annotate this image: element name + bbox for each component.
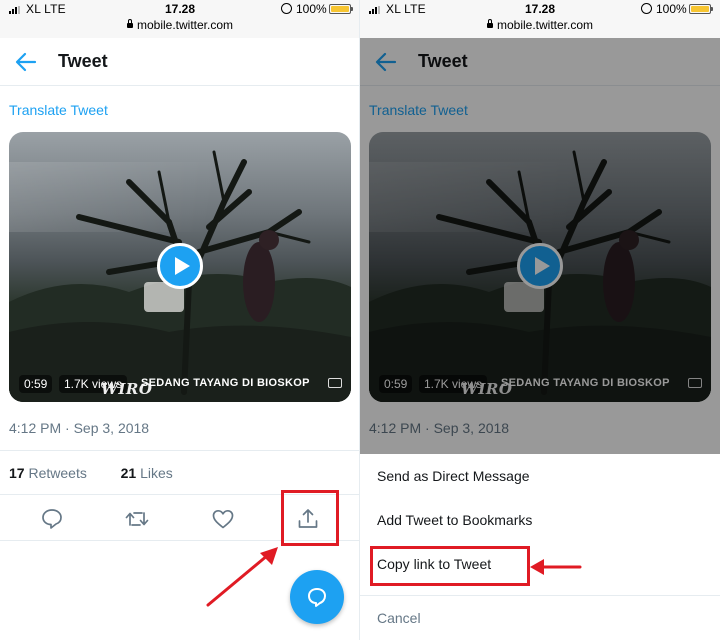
- tweet-screen-left: XL LTE 17.28 mobile.twitter.com 100% Twe…: [0, 0, 360, 640]
- address-bar[interactable]: mobile.twitter.com: [360, 18, 720, 32]
- add-bookmark-option[interactable]: Add Tweet to Bookmarks: [377, 512, 532, 528]
- tweet-stats: 17 Retweets 21 Likes: [9, 465, 173, 481]
- video-info-bar: 0:59 1.7K views WIRO SEDANG TAYANG DI BI…: [9, 366, 351, 402]
- retweets-count[interactable]: 17: [9, 465, 25, 481]
- annotation-arrow-icon: [530, 559, 582, 575]
- translate-tweet-link[interactable]: Translate Tweet: [9, 102, 108, 118]
- battery-icon: [329, 4, 353, 14]
- lock-icon: [126, 19, 133, 28]
- url-text: mobile.twitter.com: [136, 18, 234, 32]
- dim-overlay[interactable]: [360, 38, 720, 454]
- divider: [0, 450, 359, 451]
- play-icon[interactable]: [157, 243, 203, 289]
- reply-icon[interactable]: [39, 506, 65, 532]
- video-player[interactable]: 0:59 1.7K views WIRO SEDANG TAYANG DI BI…: [9, 132, 351, 402]
- share-highlight-box: [281, 490, 339, 546]
- back-arrow-icon[interactable]: [15, 52, 37, 72]
- send-direct-message-option[interactable]: Send as Direct Message: [377, 468, 530, 484]
- retweets-label[interactable]: Retweets: [28, 465, 86, 481]
- divider: [360, 595, 720, 596]
- video-duration: 0:59: [19, 375, 53, 393]
- annotation-arrow-icon: [206, 547, 278, 607]
- video-caption: SEDANG TAYANG DI BIOSKOP: [141, 377, 310, 389]
- url-text: mobile.twitter.com: [496, 18, 594, 32]
- rotation-lock-icon: [641, 3, 652, 14]
- broadcaster-logo-icon: [328, 378, 342, 388]
- tweet-screen-right: XL LTE 17.28 mobile.twitter.com 100% Twe…: [360, 0, 720, 640]
- top-header: Tweet: [0, 38, 359, 86]
- rotation-lock-icon: [281, 3, 292, 14]
- battery-percent: 100%: [656, 2, 687, 16]
- retweet-icon[interactable]: [124, 506, 150, 532]
- status-bar: XL LTE 17.28 mobile.twitter.com 100%: [0, 0, 359, 38]
- compose-icon: [308, 588, 326, 607]
- battery-percent: 100%: [296, 2, 327, 16]
- status-bar: XL LTE 17.28 mobile.twitter.com 100%: [360, 0, 720, 38]
- address-bar[interactable]: mobile.twitter.com: [0, 18, 359, 32]
- compose-tweet-button[interactable]: [290, 570, 344, 624]
- battery-icon: [689, 4, 713, 14]
- copy-link-highlight-box: [370, 546, 530, 586]
- likes-count[interactable]: 21: [121, 465, 137, 481]
- lock-icon: [486, 19, 493, 28]
- page-title: Tweet: [58, 51, 108, 71]
- tweet-timestamp: 4:12 PM · Sep 3, 2018: [9, 420, 150, 436]
- cancel-button[interactable]: Cancel: [377, 610, 421, 626]
- likes-label[interactable]: Likes: [140, 465, 173, 481]
- like-icon[interactable]: [210, 506, 236, 532]
